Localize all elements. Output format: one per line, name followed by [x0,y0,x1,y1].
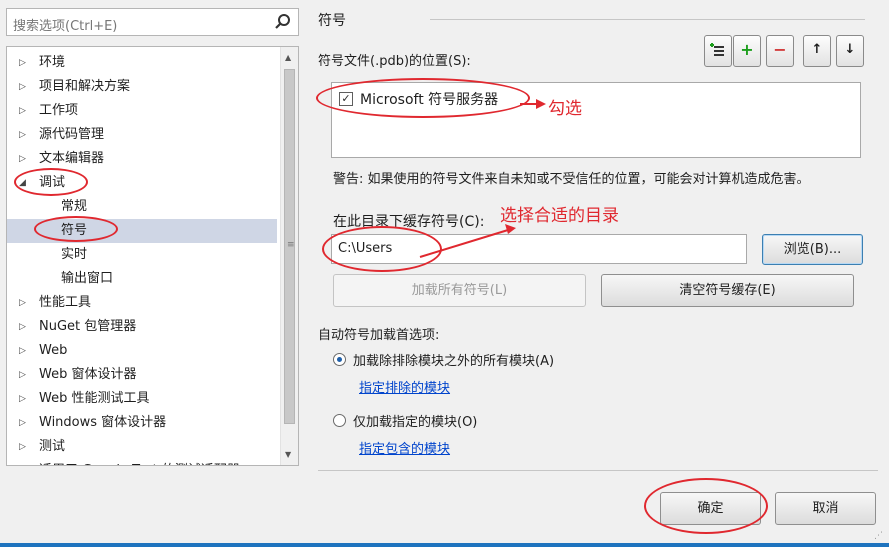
annotation-check-note: 勾选 [548,99,582,119]
annotation-directory-note: 选择合适的目录 [500,206,619,226]
annotation-arrows [419,99,546,258]
